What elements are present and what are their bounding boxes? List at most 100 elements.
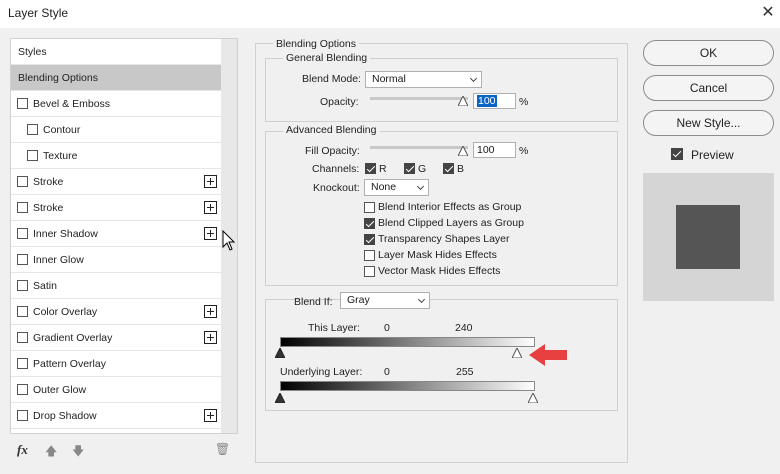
style-item-label: Stroke: [33, 176, 64, 188]
style-item-checkbox[interactable]: [17, 202, 28, 213]
move-up-icon[interactable]: 🡅: [45, 442, 57, 463]
preview-checkbox[interactable]: [671, 148, 683, 160]
trash-icon[interactable]: 🗑: [215, 442, 230, 456]
layer-mask-hides-effects-label: Layer Mask Hides Effects: [378, 249, 497, 261]
blend-interior-effects-as-group-checkbox[interactable]: [364, 202, 375, 213]
style-item-checkbox[interactable]: [17, 332, 28, 343]
style-item-inner-glow[interactable]: Inner Glow: [11, 247, 221, 273]
style-item-label: Styles: [18, 46, 47, 58]
blend-if-select[interactable]: Gray: [340, 292, 430, 309]
style-item-checkbox[interactable]: [27, 124, 38, 135]
this-layer-low-value: 0: [384, 322, 390, 334]
blend-mode-select[interactable]: Normal: [365, 71, 482, 88]
style-item-label: Outer Glow: [33, 384, 87, 396]
underlying-black-slider[interactable]: [275, 393, 285, 403]
style-item-label: Gradient Overlay: [33, 332, 113, 344]
style-item-checkbox[interactable]: [17, 410, 28, 421]
add-effect-plus-icon[interactable]: [204, 305, 217, 318]
style-item-bevel-emboss[interactable]: Bevel & Emboss: [11, 91, 221, 117]
transparency-shapes-layer-checkbox[interactable]: [364, 234, 375, 245]
mouse-cursor-icon: [222, 230, 236, 251]
vector-mask-hides-effects-checkbox[interactable]: [364, 266, 375, 277]
add-effect-plus-icon[interactable]: [204, 175, 217, 188]
style-item-checkbox[interactable]: [17, 384, 28, 395]
channel-r-label: R: [379, 163, 387, 175]
add-effect-plus-icon[interactable]: [204, 201, 217, 214]
styles-list-toolbar: fx 🡅 🡇 🗑: [10, 437, 238, 463]
style-item-stroke[interactable]: Stroke: [11, 169, 221, 195]
style-item-checkbox[interactable]: [17, 98, 28, 109]
add-effect-plus-icon[interactable]: [204, 331, 217, 344]
style-item-stroke[interactable]: Stroke: [11, 195, 221, 221]
style-item-color-overlay[interactable]: Color Overlay: [11, 299, 221, 325]
style-item-checkbox[interactable]: [17, 306, 28, 317]
underlying-layer-label: Underlying Layer:: [280, 366, 363, 378]
style-item-satin[interactable]: Satin: [11, 273, 221, 299]
advanced-blending-legend: Advanced Blending: [283, 124, 380, 136]
fx-icon[interactable]: fx: [17, 442, 28, 458]
style-item-label: Satin: [33, 280, 57, 292]
style-item-label: Pattern Overlay: [33, 358, 106, 370]
close-icon[interactable]: ✕: [758, 3, 778, 23]
blend-interior-effects-as-group-label: Blend Interior Effects as Group: [378, 201, 522, 213]
fill-opacity-slider-track[interactable]: [370, 146, 468, 149]
channel-b-checkbox[interactable]: [443, 163, 454, 174]
opacity-value: 100: [477, 95, 497, 107]
style-item-drop-shadow[interactable]: Drop Shadow: [11, 403, 221, 429]
fill-opacity-slider-thumb[interactable]: [458, 146, 468, 156]
blend-clipped-layers-as-group-checkbox[interactable]: [364, 218, 375, 229]
opacity-slider-track[interactable]: [370, 97, 468, 100]
opacity-field[interactable]: 100: [473, 93, 516, 109]
this-layer-white-slider[interactable]: [512, 348, 522, 358]
fill-opacity-label: Fill Opacity:: [305, 145, 360, 157]
layer-mask-hides-effects-checkbox[interactable]: [364, 250, 375, 261]
new-style-button[interactable]: New Style...: [643, 110, 774, 136]
underlying-high-value: 255: [456, 366, 474, 378]
style-item-styles[interactable]: Styles: [11, 39, 221, 65]
style-item-pattern-overlay[interactable]: Pattern Overlay: [11, 351, 221, 377]
style-item-label: Inner Shadow: [33, 228, 98, 240]
style-item-outer-glow[interactable]: Outer Glow: [11, 377, 221, 403]
channels-label: Channels:: [312, 163, 360, 175]
style-item-checkbox[interactable]: [17, 358, 28, 369]
style-item-inner-shadow[interactable]: Inner Shadow: [11, 221, 221, 247]
underlying-layer-gradient: [280, 381, 535, 391]
chevron-down-icon: [417, 295, 426, 304]
this-layer-gradient: [280, 337, 535, 347]
move-down-icon[interactable]: 🡇: [72, 442, 84, 463]
style-item-contour[interactable]: Contour: [11, 117, 221, 143]
this-layer-black-slider[interactable]: [275, 348, 285, 358]
style-item-label: Contour: [43, 124, 81, 136]
this-layer-label: This Layer:: [308, 322, 360, 334]
channel-g-label: G: [418, 163, 427, 175]
blending-options-legend: Blending Options: [273, 38, 359, 50]
opacity-label: Opacity:: [320, 96, 359, 108]
style-item-checkbox[interactable]: [27, 150, 38, 161]
add-effect-plus-icon[interactable]: [204, 409, 217, 422]
style-item-checkbox[interactable]: [17, 254, 28, 265]
style-item-texture[interactable]: Texture: [11, 143, 221, 169]
vector-mask-hides-effects-label: Vector Mask Hides Effects: [378, 265, 501, 277]
style-item-gradient-overlay[interactable]: Gradient Overlay: [11, 325, 221, 351]
blend-if-value: Gray: [347, 294, 370, 306]
fill-opacity-field[interactable]: 100: [473, 142, 516, 158]
style-item-checkbox[interactable]: [17, 228, 28, 239]
knockout-label: Knockout:: [313, 182, 360, 194]
style-item-blending-options[interactable]: Blending Options: [11, 65, 221, 91]
knockout-value: None: [371, 181, 397, 193]
chevron-down-icon: [416, 182, 425, 191]
channel-g-checkbox[interactable]: [404, 163, 415, 174]
style-item-label: Stroke: [33, 202, 64, 214]
ok-button[interactable]: OK: [643, 40, 774, 66]
opacity-slider-thumb[interactable]: [458, 96, 468, 106]
styles-list: Styles Blending Options Bevel & Emboss Cont…: [10, 38, 238, 434]
channel-r-checkbox[interactable]: [365, 163, 376, 174]
add-effect-plus-icon[interactable]: [204, 227, 217, 240]
cancel-button[interactable]: Cancel: [643, 75, 774, 101]
underlying-white-slider[interactable]: [528, 393, 538, 403]
style-item-checkbox[interactable]: [17, 176, 28, 187]
style-item-checkbox[interactable]: [17, 280, 28, 291]
knockout-select[interactable]: None: [364, 179, 429, 196]
channel-b-label: B: [457, 163, 465, 175]
style-item-label: Color Overlay: [33, 306, 98, 318]
